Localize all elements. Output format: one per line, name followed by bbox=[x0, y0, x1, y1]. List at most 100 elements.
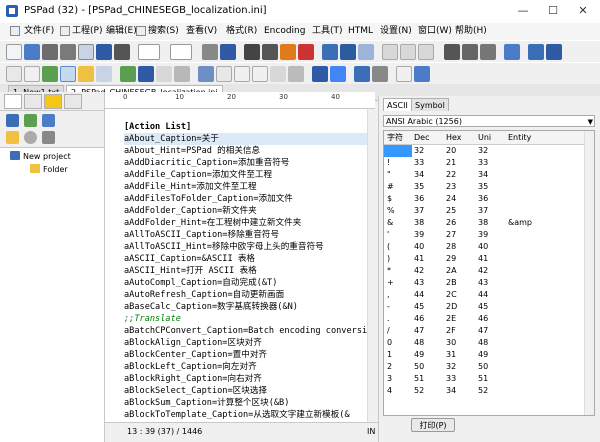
info-icon[interactable] bbox=[24, 131, 37, 144]
wrap-icon[interactable] bbox=[6, 66, 22, 82]
minimize-button[interactable]: — bbox=[508, 0, 538, 22]
replace-icon[interactable] bbox=[358, 44, 374, 60]
column-icon[interactable] bbox=[42, 66, 58, 82]
ascii-row[interactable]: * 42 2A 42 bbox=[384, 265, 584, 277]
ascii-row[interactable]: . 46 2E 46 bbox=[384, 313, 584, 325]
play-icon[interactable] bbox=[414, 66, 430, 82]
tab-symbol[interactable]: Symbol bbox=[411, 98, 449, 111]
menu-settings[interactable]: 设置(N) bbox=[380, 25, 412, 38]
editor-scrollbar[interactable] bbox=[367, 109, 377, 422]
undo-icon[interactable] bbox=[382, 44, 398, 60]
redo-icon[interactable] bbox=[400, 44, 416, 60]
ascii-row[interactable]: , 44 2C 44 bbox=[384, 289, 584, 301]
image-icon[interactable] bbox=[270, 66, 286, 82]
paste-icon[interactable] bbox=[480, 44, 496, 60]
clipboard-icon[interactable] bbox=[262, 44, 278, 60]
blocks-icon[interactable] bbox=[174, 66, 190, 82]
print-icon[interactable] bbox=[114, 44, 130, 60]
save-icon[interactable] bbox=[42, 44, 58, 60]
ascii-row[interactable]: +43 2B 43 bbox=[384, 277, 584, 289]
ascii-row[interactable]: 2 50 32 50 bbox=[384, 361, 584, 373]
ascii-row[interactable]: & 38 26 38 &amp bbox=[384, 217, 584, 229]
menu-encoding[interactable]: Encoding bbox=[264, 25, 305, 38]
menu-search[interactable]: 搜索(S) bbox=[148, 25, 179, 38]
tree-project-root[interactable]: New project bbox=[10, 150, 71, 163]
close-button[interactable]: ✕ bbox=[568, 0, 598, 22]
spell-icon[interactable] bbox=[120, 66, 136, 82]
cut-icon[interactable] bbox=[444, 44, 460, 60]
explorer-tab-icon[interactable] bbox=[64, 94, 82, 109]
menu-tools[interactable]: 工具(T) bbox=[312, 25, 343, 38]
copy-text-icon[interactable] bbox=[462, 44, 478, 60]
maximize-button[interactable]: ☐ bbox=[538, 0, 568, 22]
html-icon[interactable] bbox=[216, 66, 232, 82]
ascii-row[interactable]: 1 49 31 49 bbox=[384, 349, 584, 361]
ascii-row[interactable]: 4 52 34 52 bbox=[384, 385, 584, 397]
color-icon[interactable] bbox=[198, 66, 214, 82]
ascii-row[interactable]: / 47 2F 47 bbox=[384, 325, 584, 337]
favorites-star-icon[interactable] bbox=[44, 94, 62, 109]
tab-ascii[interactable]: ASCII bbox=[383, 98, 412, 111]
nav-icon[interactable] bbox=[288, 66, 304, 82]
hex-icon[interactable] bbox=[372, 66, 388, 82]
record-icon[interactable] bbox=[396, 66, 412, 82]
new-file-icon[interactable] bbox=[6, 44, 22, 60]
menu-project[interactable]: 工程(P) bbox=[72, 25, 102, 38]
code-explorer-icon[interactable] bbox=[138, 66, 154, 82]
folder-icon[interactable] bbox=[78, 66, 94, 82]
ascii-row[interactable]: ' 39 27 39 bbox=[384, 229, 584, 241]
find-next-icon[interactable] bbox=[340, 44, 356, 60]
undo-history-icon[interactable] bbox=[244, 44, 260, 60]
menu-file[interactable]: 文件(F) bbox=[24, 25, 54, 38]
codepage-select[interactable]: ANSI Arabic (1256) ▼ bbox=[383, 115, 595, 127]
window-list-icon[interactable] bbox=[220, 44, 236, 60]
close-file-icon[interactable] bbox=[202, 44, 218, 60]
css-icon[interactable] bbox=[234, 66, 250, 82]
ascii-row[interactable]: (40 28 40 bbox=[384, 241, 584, 253]
open-dropdown-icon[interactable] bbox=[170, 44, 192, 60]
compare-icon[interactable] bbox=[156, 66, 172, 82]
ascii-row[interactable]: #35 23 35 bbox=[384, 181, 584, 193]
ascii-row[interactable]: 0 48 30 48 bbox=[384, 337, 584, 349]
ascii-row[interactable]: 3 51 33 51 bbox=[384, 373, 584, 385]
menu-window[interactable]: 窗口(W) bbox=[418, 25, 452, 38]
copy-icon[interactable] bbox=[280, 44, 296, 60]
find-icon[interactable] bbox=[322, 44, 338, 60]
ascii-row[interactable]: 32 20 32 bbox=[384, 145, 584, 157]
ascii-row[interactable]: - 45 2D 45 bbox=[384, 301, 584, 313]
settings-tools-icon[interactable] bbox=[42, 131, 55, 144]
open-folder-icon[interactable] bbox=[6, 131, 19, 144]
code-editor[interactable]: [Action List] aAbout_Caption=关于 aAbout_H… bbox=[105, 109, 375, 422]
menu-html[interactable]: HTML bbox=[348, 25, 373, 38]
add-folder-icon[interactable] bbox=[24, 114, 37, 127]
syntax-icon[interactable] bbox=[312, 66, 328, 82]
ascii-row[interactable]: $36 24 36 bbox=[384, 193, 584, 205]
macro-icon[interactable] bbox=[354, 66, 370, 82]
menu-edit[interactable]: 编辑(E) bbox=[106, 25, 137, 38]
add-project-icon[interactable] bbox=[6, 114, 19, 127]
menu-view[interactable]: 查看(V) bbox=[186, 25, 217, 38]
menu-help[interactable]: 帮助(H) bbox=[455, 25, 487, 38]
save-all-icon[interactable] bbox=[60, 44, 76, 60]
ascii-scrollbar[interactable] bbox=[584, 131, 594, 415]
tag-icon[interactable] bbox=[252, 66, 268, 82]
project-toggle-icon[interactable] bbox=[60, 66, 76, 82]
clip-icon[interactable] bbox=[96, 66, 112, 82]
project-tab-icon[interactable] bbox=[4, 94, 22, 109]
pilcrow-icon[interactable] bbox=[24, 66, 40, 82]
menu-format[interactable]: 格式(R) bbox=[226, 25, 257, 38]
sync-icon[interactable] bbox=[96, 44, 112, 60]
print-button[interactable]: 打印(P) bbox=[411, 418, 455, 432]
refresh-icon[interactable] bbox=[42, 114, 55, 127]
ascii-row[interactable]: ! 33 21 33 bbox=[384, 157, 584, 169]
ascii-row[interactable]: " 34 22 34 bbox=[384, 169, 584, 181]
tree-folder[interactable]: Folder bbox=[30, 163, 68, 176]
bookmark-icon[interactable] bbox=[528, 44, 544, 60]
ascii-row[interactable]: ) 41 29 41 bbox=[384, 253, 584, 265]
new-dropdown-icon[interactable] bbox=[138, 44, 160, 60]
log-icon[interactable] bbox=[78, 44, 94, 60]
bookmark-next-icon[interactable] bbox=[546, 44, 562, 60]
ascii-row[interactable]: % 37 25 37 bbox=[384, 205, 584, 217]
files-tab-icon[interactable] bbox=[24, 94, 42, 109]
google-icon[interactable] bbox=[330, 66, 346, 82]
